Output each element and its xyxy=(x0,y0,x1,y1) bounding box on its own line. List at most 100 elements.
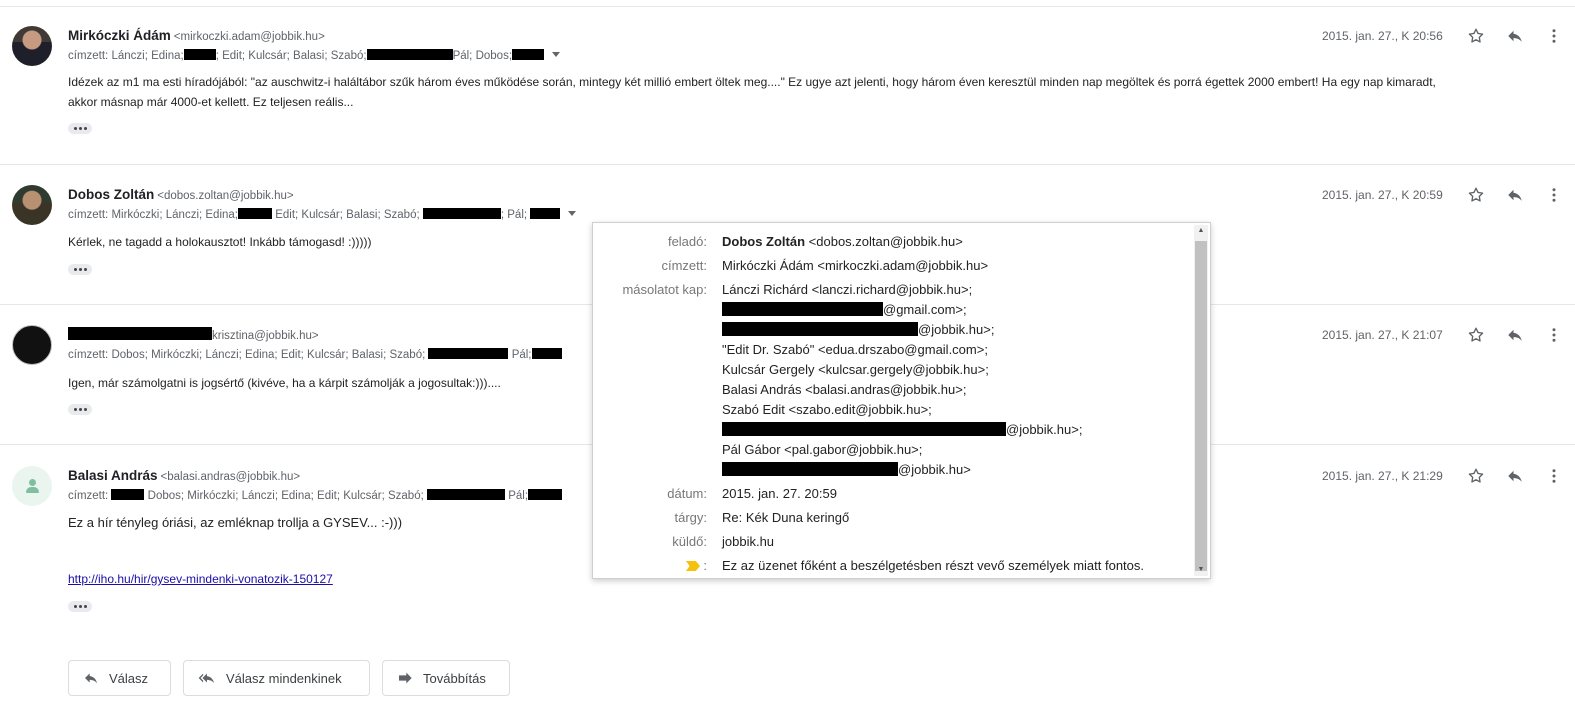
sender-line: Mirkóczki Ádám <mirkoczki.adam@jobbik.hu> xyxy=(68,28,325,43)
reply-icon[interactable] xyxy=(1504,324,1526,346)
redaction xyxy=(722,302,883,316)
recipients-text: Dobos; Mirkóczki; Lánczi; Edina; Edit; K… xyxy=(147,490,424,502)
message-date: 2015. jan. 27., K 21:07 xyxy=(1322,328,1443,342)
message-date: 2015. jan. 27., K 21:29 xyxy=(1322,469,1443,483)
redaction xyxy=(722,422,1006,436)
reply-all-button[interactable]: Válasz mindenkinek xyxy=(183,660,370,696)
ellipsis-icon[interactable] xyxy=(68,404,92,415)
redaction xyxy=(428,348,509,359)
reply-all-label: Válasz mindenkinek xyxy=(226,670,342,686)
article-link[interactable]: http://iho.hu/hir/gysev-mindenki-vonatoz… xyxy=(68,572,333,586)
star-icon[interactable] xyxy=(1465,465,1487,487)
ellipsis-icon[interactable] xyxy=(68,264,92,275)
divider xyxy=(0,6,1575,7)
cc-entry: Szabó Edit <szabo.edit@jobbik.hu>; xyxy=(722,402,932,417)
recipients-text: Pál; Dobos; xyxy=(452,50,513,62)
sender-address: krisztina@jobbik.hu> xyxy=(212,330,319,342)
redaction xyxy=(722,322,918,336)
recipients-text: címzett: Lánczi; Edina; xyxy=(68,50,184,62)
more-vert-icon[interactable] xyxy=(1543,25,1565,47)
chevron-down-icon[interactable] xyxy=(552,52,561,57)
redaction xyxy=(530,208,561,219)
star-icon[interactable] xyxy=(1465,184,1487,206)
recipients-text: Pál; xyxy=(511,349,532,361)
cc-entry: @gmail.com>; xyxy=(722,302,967,317)
message-details-popup[interactable]: feladó: Dobos Zoltán <dobos.zoltan@jobbi… xyxy=(592,222,1211,579)
recipients-text: címzett: xyxy=(68,490,109,502)
redaction xyxy=(512,49,545,60)
redaction xyxy=(531,348,562,359)
avatar[interactable] xyxy=(12,26,52,66)
important-label: : xyxy=(703,558,707,573)
sender-address: <mirkoczki.adam@jobbik.hu> xyxy=(173,31,325,43)
scrollbar-thumb[interactable] xyxy=(1195,241,1207,571)
sender-name[interactable]: Mirkóczki Ádám xyxy=(68,28,171,43)
ellipsis-icon[interactable] xyxy=(68,601,92,612)
message-date: 2015. jan. 27., K 20:59 xyxy=(1322,188,1443,202)
recipients-line[interactable]: címzett: Lánczi; Edina; ; Edit; Kulcsár; … xyxy=(68,49,561,62)
reply-icon[interactable] xyxy=(1504,184,1526,206)
reply-icon[interactable] xyxy=(1504,25,1526,47)
redaction xyxy=(722,462,898,476)
cc-entry: @jobbik.hu>; xyxy=(722,422,1082,437)
cc-label: másolatot kap: xyxy=(622,282,707,297)
body-line: Idézek az m1 ma esti híradójából: "az au… xyxy=(68,75,1436,89)
forward-button[interactable]: Továbbítás xyxy=(382,660,510,696)
recipients-line[interactable]: címzett: Dobos; Mirkóczki; Lánczi; Edina… xyxy=(68,348,562,361)
sender-line: Dobos Zoltán <dobos.zoltan@jobbik.hu> xyxy=(68,187,294,202)
reply-icon[interactable] xyxy=(1504,465,1526,487)
sender-line: krisztina@jobbik.hu> xyxy=(68,327,319,342)
cc-entry: Kulcsár Gergely <kulcsar.gergely@jobbik.… xyxy=(722,362,989,377)
redaction xyxy=(111,489,145,500)
mailed-by-value: jobbik.hu xyxy=(722,534,775,549)
divider xyxy=(0,164,1575,165)
forward-icon xyxy=(399,672,412,684)
recipients-text: ; Edit; Kulcsár; Balasi; Szabó; xyxy=(215,50,367,62)
cc-entry: Pál Gábor <pal.gabor@jobbik.hu>; xyxy=(722,442,923,457)
redaction xyxy=(68,327,212,340)
recipients-text: címzett: Dobos; Mirkóczki; Lánczi; Edina… xyxy=(68,349,426,361)
scroll-down-arrow-icon[interactable]: ▼ xyxy=(1196,566,1206,573)
reply-button[interactable]: Válasz xyxy=(68,660,171,696)
star-icon[interactable] xyxy=(1465,25,1487,47)
reply-icon xyxy=(85,673,97,684)
more-vert-icon[interactable] xyxy=(1543,324,1565,346)
chevron-down-icon[interactable] xyxy=(568,211,577,216)
more-vert-icon[interactable] xyxy=(1543,184,1565,206)
sender-line: Balasi András <balasi.andras@jobbik.hu> xyxy=(68,468,300,483)
redaction xyxy=(183,49,216,60)
redaction xyxy=(422,208,501,219)
avatar[interactable] xyxy=(12,325,52,365)
recipients-text: Pál; xyxy=(508,490,529,502)
more-vert-icon[interactable] xyxy=(1543,465,1565,487)
message-body: Idézek az m1 ma esti híradójából: "az au… xyxy=(68,72,1548,112)
reply-all-icon xyxy=(198,673,215,684)
redaction xyxy=(427,489,505,500)
scroll-up-arrow-icon[interactable]: ▲ xyxy=(1196,227,1206,234)
sender-address: <balasi.andras@jobbik.hu> xyxy=(160,471,301,483)
subject-label: tárgy: xyxy=(674,510,707,525)
to-label: címzett: xyxy=(661,258,707,273)
star-icon[interactable] xyxy=(1465,324,1487,346)
important-note: Ez az üzenet főként a beszélgetésben rés… xyxy=(722,558,1144,573)
body-line: akkor másnap már 4000-et kellett. Ez tel… xyxy=(68,95,354,109)
cc-entry-text: @jobbik.hu>; xyxy=(918,322,995,337)
cc-entry: "Edit Dr. Szabó" <edua.drszabo@gmail.com… xyxy=(722,342,988,357)
cc-entry-text: @jobbik.hu>; xyxy=(1006,422,1083,437)
avatar[interactable] xyxy=(12,466,52,506)
cc-entry-text: @gmail.com>; xyxy=(883,302,967,317)
sender-name[interactable]: Balasi András xyxy=(68,468,158,483)
redaction xyxy=(366,49,453,60)
sender-name[interactable]: Dobos Zoltán xyxy=(68,187,154,202)
ellipsis-icon[interactable] xyxy=(68,123,92,134)
recipients-text: ; Pál; xyxy=(500,209,528,221)
recipients-line[interactable]: címzett: Dobos; Mirkóczki; Lánczi; Edina… xyxy=(68,489,563,502)
avatar[interactable] xyxy=(12,185,52,225)
subject-value: Re: Kék Duna keringő xyxy=(722,510,850,525)
person-icon xyxy=(24,478,40,494)
message-date: 2015. jan. 27., K 20:56 xyxy=(1322,29,1443,43)
recipients-text: Edit; Kulcsár; Balasi; Szabó; xyxy=(275,209,420,221)
recipients-line[interactable]: címzett: Mirkóczki; Lánczi; Edina; Edit;… xyxy=(68,208,577,221)
to-value: Mirkóczki Ádám <mirkoczki.adam@jobbik.hu… xyxy=(722,258,989,273)
cc-entry: @jobbik.hu> xyxy=(722,462,971,477)
